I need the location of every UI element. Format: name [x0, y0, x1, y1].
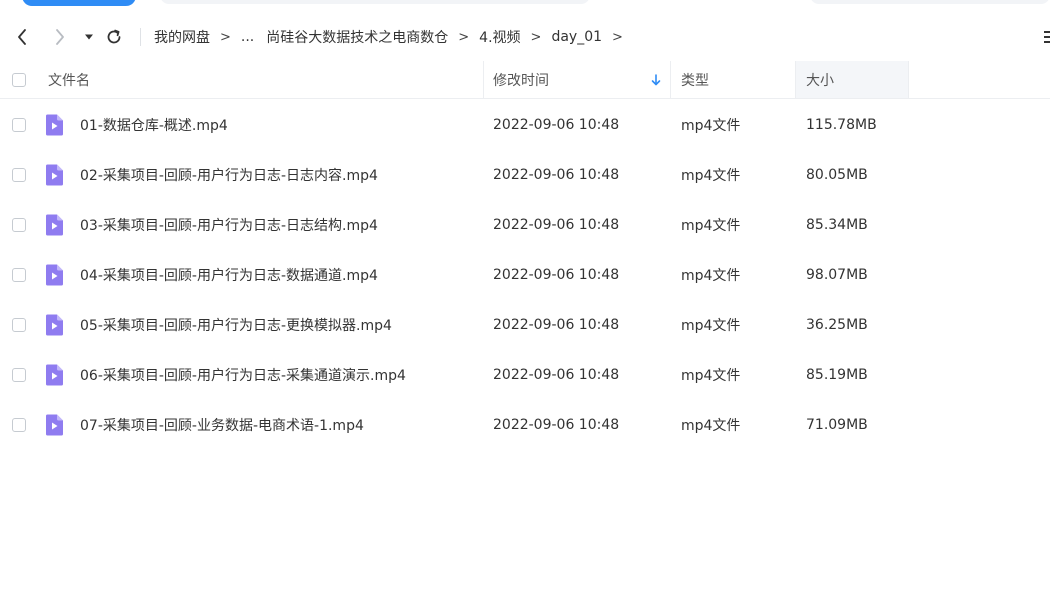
- file-modified-time: 2022-09-06 10:48: [493, 217, 620, 233]
- back-button[interactable]: [12, 26, 32, 48]
- video-file-icon: [46, 364, 63, 386]
- sort-arrow-down-icon: [651, 74, 661, 86]
- table-row[interactable]: 07-采集项目-回顾-业务数据-电商术语-1.mp4 2022-09-06 10:…: [0, 400, 1050, 450]
- refresh-button[interactable]: [104, 26, 124, 48]
- header-modified[interactable]: 修改时间: [493, 61, 549, 99]
- file-list-header: 文件名 修改时间 类型 大小: [0, 61, 1050, 99]
- file-type: mp4文件: [681, 218, 741, 234]
- chevron-left-icon: [18, 29, 26, 45]
- file-size: 85.34MB: [806, 217, 868, 233]
- breadcrumb-item-ellipsis[interactable]: ...: [241, 29, 254, 45]
- file-size: 71.09MB: [806, 417, 868, 433]
- breadcrumb-item-videos[interactable]: 4.视频: [479, 27, 520, 47]
- history-dropdown-button[interactable]: [79, 26, 99, 48]
- file-name[interactable]: 03-采集项目-回顾-用户行为日志-日志结构.mp4: [80, 200, 378, 250]
- breadcrumb-dropdown[interactable]: >: [612, 30, 623, 45]
- breadcrumb-separator: >: [458, 29, 470, 45]
- breadcrumb-separator: >: [220, 29, 231, 45]
- video-file-icon: [46, 164, 63, 186]
- table-row[interactable]: 05-采集项目-回顾-用户行为日志-更换模拟器.mp4 2022-09-06 10…: [0, 300, 1050, 350]
- sort-indicator[interactable]: [651, 61, 661, 99]
- breadcrumb-item-course[interactable]: 尚硅谷大数据技术之电商数仓: [266, 27, 448, 47]
- row-checkbox[interactable]: [12, 418, 26, 432]
- caret-down-icon: [85, 34, 93, 40]
- toolbar-right-area[interactable]: [810, 0, 1050, 4]
- file-size: 115.78MB: [806, 117, 877, 133]
- row-checkbox[interactable]: [12, 368, 26, 382]
- top-toolbar-remnant: [0, 0, 1050, 12]
- file-name[interactable]: 02-采集项目-回顾-用户行为日志-日志内容.mp4: [80, 150, 378, 200]
- file-type: mp4文件: [681, 118, 741, 134]
- file-name[interactable]: 07-采集项目-回顾-业务数据-电商术语-1.mp4: [80, 400, 364, 450]
- column-divider[interactable]: [795, 61, 796, 99]
- video-file-icon: [46, 314, 63, 336]
- video-file-icon: [46, 214, 63, 236]
- chevron-right-icon: [56, 29, 64, 45]
- header-size[interactable]: 大小: [806, 61, 834, 99]
- row-checkbox[interactable]: [12, 268, 26, 282]
- table-row[interactable]: 04-采集项目-回顾-用户行为日志-数据通道.mp4 2022-09-06 10:…: [0, 250, 1050, 300]
- file-modified-time: 2022-09-06 10:48: [493, 367, 620, 383]
- header-name[interactable]: 文件名: [48, 61, 90, 99]
- file-type: mp4文件: [681, 418, 741, 434]
- table-row[interactable]: 01-数据仓库-概述.mp4 2022-09-06 10:48 mp4文件 115.7…: [0, 100, 1050, 150]
- file-type: mp4文件: [681, 268, 741, 284]
- file-name[interactable]: 04-采集项目-回顾-用户行为日志-数据通道.mp4: [80, 250, 378, 300]
- table-row[interactable]: 02-采集项目-回顾-用户行为日志-日志内容.mp4 2022-09-06 10:…: [0, 150, 1050, 200]
- column-divider[interactable]: [908, 61, 909, 99]
- file-size: 80.05MB: [806, 167, 868, 183]
- row-checkbox[interactable]: [12, 318, 26, 332]
- select-all-checkbox[interactable]: [12, 73, 26, 87]
- table-row[interactable]: 03-采集项目-回顾-用户行为日志-日志结构.mp4 2022-09-06 10:…: [0, 200, 1050, 250]
- view-mode-button[interactable]: [1040, 26, 1050, 48]
- forward-button[interactable]: [50, 26, 70, 48]
- navigation-bar: 我的网盘 > ... 尚硅谷大数据技术之电商数仓 > 4.视频 > day_01…: [0, 14, 1050, 60]
- file-size: 36.25MB: [806, 317, 868, 333]
- file-size: 98.07MB: [806, 267, 868, 283]
- file-type: mp4文件: [681, 318, 741, 334]
- file-name[interactable]: 01-数据仓库-概述.mp4: [80, 100, 228, 150]
- toolbar-search-area[interactable]: [160, 0, 590, 4]
- file-type: mp4文件: [681, 368, 741, 384]
- row-checkbox[interactable]: [12, 168, 26, 182]
- column-divider[interactable]: [483, 61, 484, 99]
- file-modified-time: 2022-09-06 10:48: [493, 417, 620, 433]
- list-view-icon: [1044, 31, 1050, 43]
- column-divider[interactable]: [670, 61, 671, 99]
- table-row[interactable]: 06-采集项目-回顾-用户行为日志-采集通道演示.mp4 2022-09-06 1…: [0, 350, 1050, 400]
- file-size: 85.19MB: [806, 367, 868, 383]
- refresh-icon: [107, 29, 121, 44]
- video-file-icon: [46, 114, 63, 136]
- breadcrumb-separator: >: [530, 29, 542, 45]
- primary-action-button[interactable]: [22, 0, 136, 6]
- breadcrumb-item-current[interactable]: day_01: [551, 29, 602, 45]
- file-modified-time: 2022-09-06 10:48: [493, 317, 620, 333]
- nav-divider: [140, 28, 141, 46]
- breadcrumb: 我的网盘 > ... 尚硅谷大数据技术之电商数仓 > 4.视频 > day_01…: [154, 26, 633, 48]
- video-file-icon: [46, 414, 63, 436]
- breadcrumb-item-root[interactable]: 我的网盘: [154, 27, 210, 47]
- row-checkbox[interactable]: [12, 118, 26, 132]
- file-modified-time: 2022-09-06 10:48: [493, 117, 620, 133]
- row-checkbox[interactable]: [12, 218, 26, 232]
- file-name[interactable]: 06-采集项目-回顾-用户行为日志-采集通道演示.mp4: [80, 350, 406, 400]
- file-modified-time: 2022-09-06 10:48: [493, 167, 620, 183]
- file-name[interactable]: 05-采集项目-回顾-用户行为日志-更换模拟器.mp4: [80, 300, 392, 350]
- header-type[interactable]: 类型: [681, 61, 709, 99]
- video-file-icon: [46, 264, 63, 286]
- file-type: mp4文件: [681, 168, 741, 184]
- file-modified-time: 2022-09-06 10:48: [493, 267, 620, 283]
